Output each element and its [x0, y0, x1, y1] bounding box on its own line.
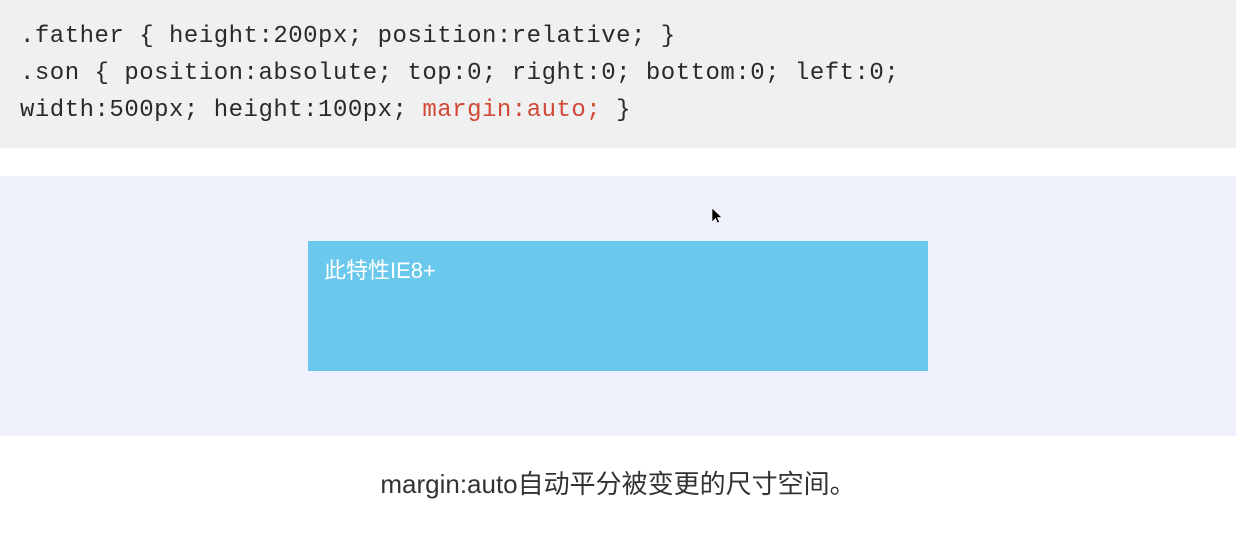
code-line-2: .son { position:absolute; top:0; right:0…	[20, 55, 1216, 92]
son-text: 此特性IE8+	[324, 258, 436, 283]
code-block: .father { height:200px; position:relativ…	[0, 0, 1236, 148]
son-box: 此特性IE8+	[308, 241, 928, 371]
code-highlight-margin-auto: margin:auto;	[422, 97, 601, 124]
code-line-3-part1: width:500px; height:100px;	[20, 97, 422, 124]
cursor-icon	[712, 208, 724, 226]
caption-text: margin:auto自动平分被变更的尺寸空间。	[0, 464, 1236, 501]
demo-wrapper: 此特性IE8+	[0, 176, 1236, 436]
father-container: 此特性IE8+	[0, 176, 1236, 436]
code-line-3-part3: }	[601, 97, 631, 124]
code-line-1: .father { height:200px; position:relativ…	[20, 18, 1216, 55]
code-line-3: width:500px; height:100px; margin:auto; …	[20, 92, 1216, 129]
